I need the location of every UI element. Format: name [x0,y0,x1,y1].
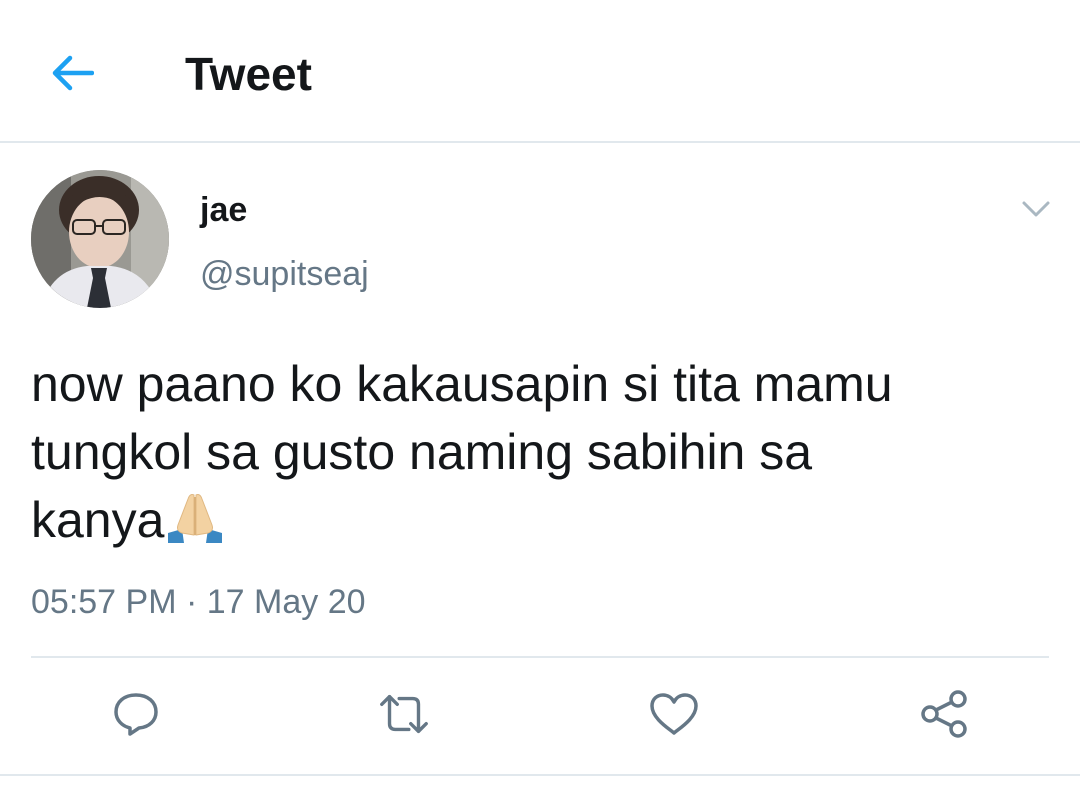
avatar[interactable] [31,170,169,308]
divider [0,774,1080,776]
share-button[interactable] [916,688,972,740]
like-button[interactable] [646,688,702,740]
tweet-text-line: tungkol sa gusto naming sabihin sa [31,424,813,480]
tweet-timestamp[interactable]: 05:57 PM · 17 May 20 [31,580,366,624]
arrow-left-icon [52,55,94,91]
divider [31,656,1049,658]
tweet-time: 05:57 PM [31,583,177,621]
back-button[interactable] [44,48,100,98]
tweet-text-line-last: kanya [31,486,1041,554]
tweet-options-button[interactable] [1014,192,1058,226]
tweet-body: now paano ko kakausapin si tita mamu tun… [31,350,1041,554]
share-icon [921,690,967,738]
author-display-name[interactable]: jae [200,189,247,231]
retweet-button[interactable] [376,688,432,740]
retweet-icon [380,694,428,734]
author-handle[interactable]: @supitseaj [200,253,369,295]
page-title: Tweet [185,48,312,100]
heart-icon [650,693,698,735]
timestamp-separator: · [185,583,198,621]
tweet-date: 17 May 20 [206,583,366,621]
chevron-down-icon [1022,201,1050,217]
tweet-text-line: now paano ko kakausapin si tita mamu [31,356,893,412]
top-bar: Tweet [0,0,1080,143]
reply-button[interactable] [108,688,164,740]
tweet-text-line: kanya [31,492,165,548]
speech-bubble-icon [114,693,158,736]
folded-hands-emoji [168,494,223,543]
